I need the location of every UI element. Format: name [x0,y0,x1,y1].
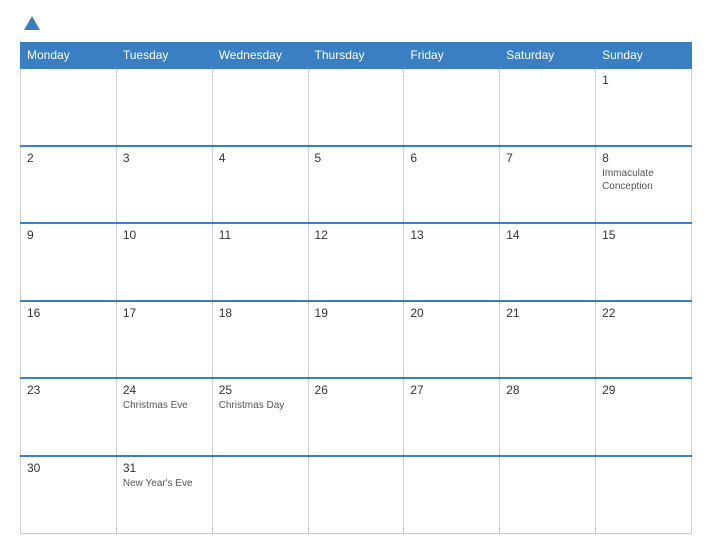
calendar-cell: 9 [21,223,117,301]
day-number: 27 [410,383,493,397]
day-number: 16 [27,306,110,320]
logo [20,16,40,32]
week-row: 16 17 18 19 20 21 22 [21,301,692,379]
calendar-cell [500,68,596,146]
calendar-cell: 20 [404,301,500,379]
calendar-cell: 15 [596,223,692,301]
calendar-cell [212,68,308,146]
day-number: 17 [123,306,206,320]
weekday-header-saturday: Saturday [500,43,596,69]
weekday-header-wednesday: Wednesday [212,43,308,69]
day-number: 14 [506,228,589,242]
calendar-cell: 30 [21,456,117,534]
day-number: 31 [123,461,206,475]
calendar-cell: 26 [308,378,404,456]
calendar-page: MondayTuesdayWednesdayThursdayFridaySatu… [0,0,712,550]
calendar-cell: 11 [212,223,308,301]
day-number: 13 [410,228,493,242]
calendar-cell [596,456,692,534]
holiday-label: Immaculate Conception [602,167,685,193]
calendar-cell: 27 [404,378,500,456]
day-number: 21 [506,306,589,320]
day-number: 1 [602,73,685,87]
day-number: 24 [123,383,206,397]
day-number: 23 [27,383,110,397]
calendar-cell: 3 [116,146,212,224]
holiday-label: New Year's Eve [123,477,206,490]
calendar-cell: 10 [116,223,212,301]
calendar-cell: 21 [500,301,596,379]
week-row: 9 10 11 12 13 14 15 [21,223,692,301]
day-number: 30 [27,461,110,475]
day-number: 11 [219,228,302,242]
weekday-header-sunday: Sunday [596,43,692,69]
day-number: 5 [315,151,398,165]
calendar-cell: 1 [596,68,692,146]
calendar-table: MondayTuesdayWednesdayThursdayFridaySatu… [20,42,692,534]
day-number: 6 [410,151,493,165]
day-number: 7 [506,151,589,165]
day-number: 19 [315,306,398,320]
calendar-cell [308,456,404,534]
calendar-cell: 13 [404,223,500,301]
calendar-cell: 24 Christmas Eve [116,378,212,456]
calendar-cell: 5 [308,146,404,224]
day-number: 9 [27,228,110,242]
weekday-header-monday: Monday [21,43,117,69]
calendar-cell [212,456,308,534]
weekday-header-row: MondayTuesdayWednesdayThursdayFridaySatu… [21,43,692,69]
calendar-cell: 31 New Year's Eve [116,456,212,534]
day-number: 26 [315,383,398,397]
calendar-cell: 25 Christmas Day [212,378,308,456]
day-number: 28 [506,383,589,397]
day-number: 25 [219,383,302,397]
calendar-cell [21,68,117,146]
day-number: 8 [602,151,685,165]
calendar-cell: 14 [500,223,596,301]
calendar-cell: 12 [308,223,404,301]
week-row: 1 [21,68,692,146]
day-number: 22 [602,306,685,320]
week-row: 30 31 New Year's Eve [21,456,692,534]
calendar-cell: 17 [116,301,212,379]
holiday-label: Christmas Eve [123,399,206,412]
calendar-cell [404,456,500,534]
day-number: 20 [410,306,493,320]
day-number: 29 [602,383,685,397]
week-row: 2345678 Immaculate Conception [21,146,692,224]
calendar-cell: 28 [500,378,596,456]
calendar-cell: 18 [212,301,308,379]
day-number: 12 [315,228,398,242]
weekday-header-friday: Friday [404,43,500,69]
day-number: 3 [123,151,206,165]
day-number: 10 [123,228,206,242]
calendar-cell [308,68,404,146]
weekday-header-tuesday: Tuesday [116,43,212,69]
logo-triangle-icon [24,16,40,30]
calendar-cell: 19 [308,301,404,379]
calendar-cell: 6 [404,146,500,224]
calendar-cell: 2 [21,146,117,224]
calendar-cell: 4 [212,146,308,224]
calendar-cell: 29 [596,378,692,456]
day-number: 18 [219,306,302,320]
day-number: 2 [27,151,110,165]
calendar-cell [116,68,212,146]
calendar-header [20,16,692,32]
calendar-cell: 16 [21,301,117,379]
calendar-cell [500,456,596,534]
week-row: 23 24 Christmas Eve 25 Christmas Day 26 27 28 29 [21,378,692,456]
calendar-cell [404,68,500,146]
calendar-cell: 22 [596,301,692,379]
calendar-cell: 7 [500,146,596,224]
holiday-label: Christmas Day [219,399,302,412]
day-number: 4 [219,151,302,165]
weekday-header-thursday: Thursday [308,43,404,69]
calendar-cell: 8 Immaculate Conception [596,146,692,224]
calendar-cell: 23 [21,378,117,456]
day-number: 15 [602,228,685,242]
